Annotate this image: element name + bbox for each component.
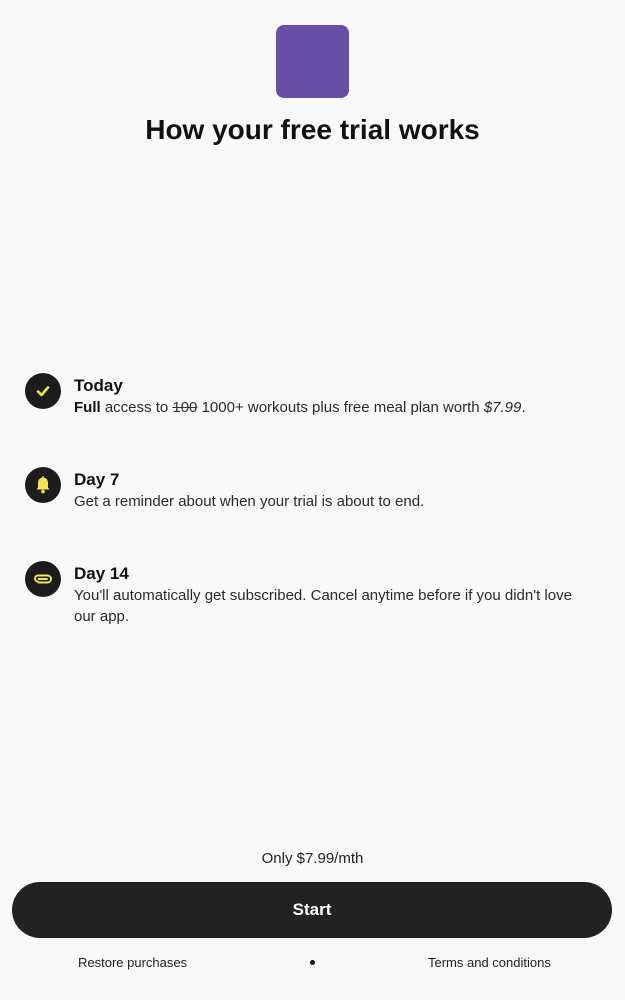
step-desc-text: 1000+ workouts plus free meal plan worth (197, 399, 484, 416)
step-title: Day 7 (74, 470, 120, 489)
price-note: Only $7.99/mth (261, 850, 364, 867)
step-desc-text: access to (100, 399, 173, 416)
step-title: Day 14 (74, 564, 129, 583)
terms-and-conditions-link[interactable]: Terms and conditions (428, 955, 551, 970)
footer-separator-dot (310, 960, 315, 965)
check-icon (25, 373, 61, 409)
step-description: Full access to 100 1000+ workouts plus f… (74, 397, 584, 418)
page-title: How your free trial works (145, 114, 480, 145)
step-desc-bold: Full (74, 399, 101, 416)
step-title: Today (74, 376, 123, 395)
bell-icon (25, 467, 61, 503)
step-desc-strike: 100 (172, 399, 198, 416)
step-desc-text: . (521, 399, 526, 416)
restore-purchases-link[interactable]: Restore purchases (78, 955, 187, 970)
paperclip-icon (25, 561, 61, 597)
start-button[interactable]: Start (12, 882, 612, 938)
app-icon (276, 25, 349, 98)
step-desc-price: $7.99 (483, 399, 522, 416)
step-description: You'll automatically get subscribed. Can… (74, 587, 572, 625)
step-description: Get a reminder about when your trial is … (74, 493, 425, 510)
